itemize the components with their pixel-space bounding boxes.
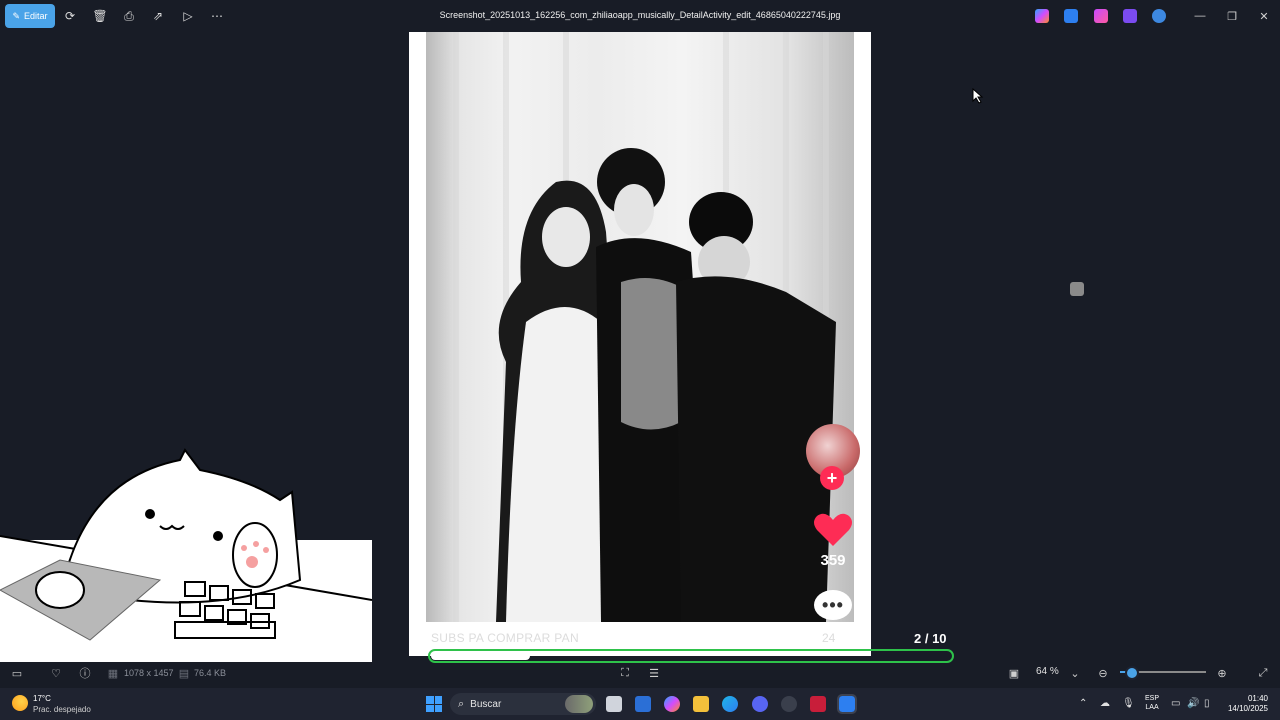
- video-progress-fill: [431, 652, 530, 660]
- clock-date: 14/10/2025: [1227, 704, 1268, 713]
- tray-chevron-up-icon[interactable]: ⌃: [1079, 698, 1087, 709]
- print-icon[interactable]: ⎙: [121, 8, 137, 24]
- microphone-icon[interactable]: 🎙: [1122, 698, 1135, 709]
- edge-icon[interactable]: [722, 696, 738, 712]
- video-caption: SUBS PA COMPRAR PAN: [431, 631, 579, 645]
- zoom-dropdown-chevron-icon[interactable]: ⌄: [1068, 666, 1082, 680]
- photos-app-icon[interactable]: [1123, 9, 1137, 23]
- rotate-icon[interactable]: ⟳: [62, 8, 78, 24]
- start-button[interactable]: [426, 696, 442, 712]
- file-size-icon: ▤: [178, 667, 190, 680]
- bongo-cat-overlay: [0, 448, 372, 662]
- file-explorer-icon[interactable]: [693, 696, 709, 712]
- filmstrip-icon[interactable]: ▭: [10, 666, 24, 680]
- visual-search-icon[interactable]: ⛶: [618, 666, 632, 680]
- edit-icon: ✎: [12, 10, 21, 21]
- text-recognition-icon[interactable]: ☰: [647, 666, 661, 680]
- follow-plus-button[interactable]: +: [820, 466, 844, 490]
- slideshow-icon[interactable]: ▷: [180, 8, 196, 24]
- more-icon[interactable]: ⋯: [209, 8, 225, 24]
- fullscreen-icon[interactable]: ⤢: [1256, 666, 1270, 680]
- search-highlight-icon[interactable]: [565, 695, 593, 713]
- delete-icon[interactable]: 🗑: [92, 8, 108, 24]
- caption-number: 24: [822, 631, 836, 645]
- display-icon[interactable]: ▭: [1171, 698, 1180, 709]
- zoom-in-icon[interactable]: ⊕: [1215, 666, 1229, 680]
- zoom-level[interactable]: 64 %: [1036, 666, 1059, 677]
- keyboard-layout: LAA: [1145, 704, 1159, 711]
- like-count: 359: [820, 552, 846, 569]
- search-icon: ⌕: [458, 697, 465, 710]
- close-icon[interactable]: ✕: [1255, 8, 1273, 24]
- volume-icon[interactable]: 🔊: [1187, 698, 1199, 709]
- minimize-icon[interactable]: —: [1191, 8, 1209, 24]
- share-icon[interactable]: ⇗: [150, 8, 166, 24]
- dimensions-icon: ▦: [107, 667, 119, 680]
- copilot-icon[interactable]: [1035, 9, 1049, 23]
- clock[interactable]: 01:40 14/10/2025: [1222, 694, 1268, 714]
- file-title: Screenshot_20251013_162256_com_zhiliaoap…: [439, 10, 841, 20]
- clipchamp-icon[interactable]: [1094, 9, 1108, 23]
- heart-icon[interactable]: [813, 512, 853, 548]
- onedrive-tray-icon[interactable]: ☁: [1100, 698, 1110, 709]
- photo: [426, 32, 854, 622]
- mouse-cursor-icon: [972, 88, 984, 104]
- info-icon[interactable]: ⓘ: [78, 666, 92, 680]
- favorite-icon[interactable]: ♡: [49, 666, 63, 680]
- task-view-icon[interactable]: [606, 696, 622, 712]
- weather-temperature[interactable]: 17°C: [33, 694, 51, 703]
- floating-app-icon[interactable]: [1070, 282, 1084, 296]
- store-icon[interactable]: [635, 696, 651, 712]
- weather-description[interactable]: Prac. despejado: [33, 705, 91, 714]
- people-photo: [453, 32, 836, 622]
- photos-taskbar-icon[interactable]: [837, 694, 857, 714]
- image-dimensions: 1078 x 1457: [124, 668, 174, 678]
- search-label: Buscar: [470, 698, 502, 710]
- zoom-slider-thumb[interactable]: [1125, 666, 1139, 680]
- file-size: 76.4 KB: [194, 668, 227, 678]
- discord-icon[interactable]: [752, 696, 768, 712]
- language-code: ESP: [1145, 695, 1160, 702]
- edit-label: Editar: [24, 11, 48, 21]
- battery-icon[interactable]: ▯: [1204, 698, 1210, 709]
- edit-button[interactable]: ✎ Editar: [5, 4, 55, 28]
- restore-icon[interactable]: ❐: [1223, 8, 1241, 24]
- zoom-out-icon[interactable]: ⊖: [1096, 666, 1110, 680]
- image-counter: 2 / 10: [914, 631, 947, 646]
- onedrive-icon[interactable]: [1152, 9, 1166, 23]
- tf-app-icon[interactable]: [810, 696, 826, 712]
- language-indicator[interactable]: ESP LAA: [1145, 694, 1159, 712]
- clock-time: 01:40: [1247, 694, 1268, 703]
- comment-icon[interactable]: •••: [814, 590, 852, 620]
- steam-icon[interactable]: [781, 696, 797, 712]
- designer-icon[interactable]: [1064, 9, 1078, 23]
- weather-icon[interactable]: [12, 695, 28, 711]
- copilot-taskbar-icon[interactable]: [664, 696, 680, 712]
- status-bar: [0, 662, 1280, 686]
- actual-size-icon[interactable]: ▣: [1007, 666, 1021, 680]
